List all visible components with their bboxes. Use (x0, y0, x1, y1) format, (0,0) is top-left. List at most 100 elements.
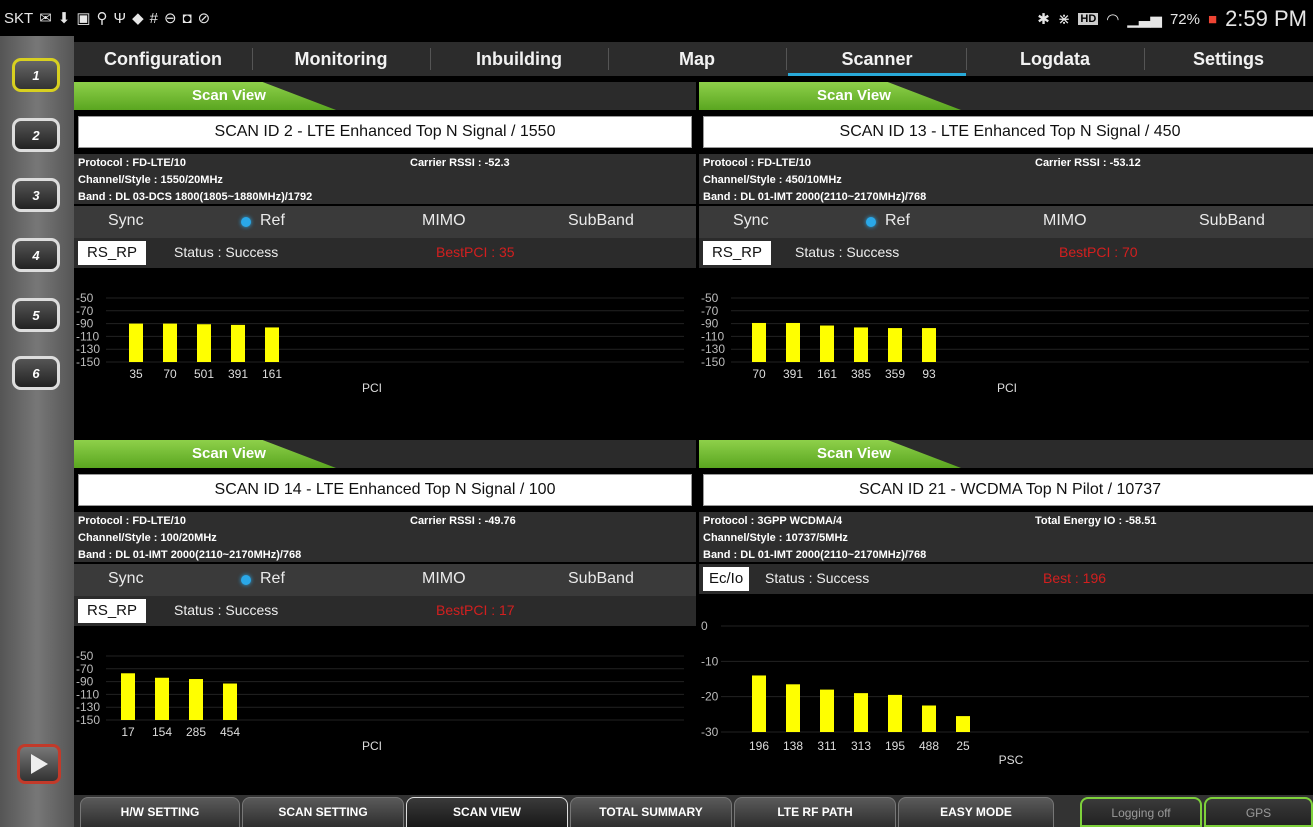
lte-rf-path-button[interactable]: LTE RF PATH (734, 797, 896, 827)
y-tick-label: -10 (701, 654, 719, 668)
measure-type-button[interactable]: RS_RP (78, 599, 147, 623)
signal-chart: -50 -70 -90 -110 -130 -150 70 391 161 385 359 93 PCI (699, 270, 1313, 428)
tab-map[interactable]: Map (608, 42, 786, 76)
sync-option[interactable]: Sync (733, 212, 769, 230)
x-tick-label: 385 (851, 367, 871, 381)
total-summary-button[interactable]: TOTAL SUMMARY (570, 797, 732, 827)
status-text: Status : Success (765, 570, 870, 586)
signal-options: Sync Ref MIMO SubBand (699, 206, 1313, 238)
location-icon: ⚲ (96, 10, 108, 27)
radio-selected-icon[interactable] (241, 575, 251, 585)
notification-icon: ◆ (132, 10, 144, 27)
tab-inbuilding[interactable]: Inbuilding (430, 42, 608, 76)
tab-settings[interactable]: Settings (1144, 42, 1313, 76)
y-tick-label: -150 (76, 355, 100, 369)
scan-view-button[interactable]: SCAN VIEW (406, 797, 568, 827)
ref-option[interactable]: Ref (260, 212, 285, 230)
signal-chart: -50 -70 -90 -110 -130 -150 17 154 285 454 PCI (74, 628, 696, 786)
scan-title: SCAN ID 14 - LTE Enhanced Top N Signal /… (78, 474, 692, 506)
sidebar-button-4[interactable]: 4 (12, 238, 60, 272)
protocol-text: Protocol : FD-LTE/10 (78, 157, 186, 169)
status-right: ✱ ⋇ HD ◠ ▁▃▅ 72% ■ 2:59 PM (1037, 6, 1307, 32)
vibrate-icon: ⋇ (1057, 11, 1071, 28)
signal-options: Sync Ref MIMO SubBand (74, 206, 696, 238)
sidebar-button-2[interactable]: 2 (12, 118, 60, 152)
status-text: Status : Success (174, 244, 279, 260)
mail-icon: ✉ (39, 10, 52, 27)
gps-toggle[interactable]: GPS (1204, 797, 1313, 827)
subband-option[interactable]: SubBand (568, 570, 634, 588)
download-icon: ⬇ (57, 10, 71, 27)
logging-toggle[interactable]: Logging off (1080, 797, 1202, 827)
channel-text: Channel/Style : 10737/5MHz (703, 532, 848, 544)
x-tick-label: 501 (194, 367, 214, 381)
scan-view-label: Scan View (74, 82, 336, 110)
sidebar-button-1[interactable]: 1 (12, 58, 60, 92)
radio-selected-icon[interactable] (866, 217, 876, 227)
ref-option[interactable]: Ref (260, 570, 285, 588)
mimo-option[interactable]: MIMO (422, 212, 466, 230)
x-tick-label: 313 (851, 739, 871, 753)
measure-status-row: RS_RP Status : Success BestPCI : 17 (74, 596, 696, 626)
x-tick-label: 391 (783, 367, 803, 381)
y-tick-label: 0 (701, 619, 708, 633)
protocol-text: Protocol : FD-LTE/10 (78, 515, 186, 527)
radio-selected-icon[interactable] (241, 217, 251, 227)
carrier-rssi-text: Carrier RSSI : -52.3 (410, 157, 510, 169)
bar (786, 684, 800, 732)
subband-option[interactable]: SubBand (1199, 212, 1265, 230)
protocol-text: Protocol : 3GPP WCDMA/4 (703, 515, 843, 527)
bar (820, 325, 834, 362)
tab-logdata[interactable]: Logdata (966, 42, 1144, 76)
x-tick-label: 311 (817, 739, 836, 753)
bar (129, 323, 143, 362)
tab-scanner[interactable]: Scanner (788, 42, 966, 76)
sidebar-button-3[interactable]: 3 (12, 178, 60, 212)
x-tick-label: 35 (129, 367, 143, 381)
sidebar-button-6[interactable]: 6 (12, 356, 60, 390)
wifi-icon: ◠ (1106, 11, 1120, 28)
bar (786, 322, 800, 362)
x-tick-label: 93 (922, 367, 936, 381)
hw-setting-button[interactable]: H/W SETTING (80, 797, 240, 827)
sidebar-button-5[interactable]: 5 (12, 298, 60, 332)
bar (223, 683, 237, 720)
scan-view-label: Scan View (699, 82, 961, 110)
x-axis-label: PSC (999, 753, 1024, 767)
mimo-option[interactable]: MIMO (1043, 212, 1087, 230)
easy-mode-button[interactable]: EASY MODE (898, 797, 1054, 827)
sync-option[interactable]: Sync (108, 570, 144, 588)
bar (888, 328, 902, 362)
bar (752, 675, 766, 732)
measure-type-button[interactable]: RS_RP (78, 241, 147, 265)
band-text: Band : DL 01-IMT 2000(2110~2170MHz)/768 (703, 549, 927, 561)
status-bar: SKT ✉ ⬇ ▣ ⚲ Ψ ◆ # ⊖ ◘ ⊘ ✱ ⋇ HD ◠ ▁▃▅ 72%… (0, 0, 1313, 36)
chart-svg: -50-70-90-110-130-15017 154 285 454PCI (76, 649, 684, 753)
ref-option[interactable]: Ref (885, 212, 910, 230)
sync-option[interactable]: Sync (108, 212, 144, 230)
tab-monitoring[interactable]: Monitoring (252, 42, 430, 76)
scan-setting-button[interactable]: SCAN SETTING (242, 797, 404, 827)
total-energy-text: Total Energy IO : -58.51 (1035, 515, 1157, 527)
measure-type-button[interactable]: Ec/Io (703, 567, 750, 591)
measure-type-button[interactable]: RS_RP (703, 241, 772, 265)
best-pci-text: BestPCI : 70 (1059, 244, 1138, 260)
channel-text: Channel/Style : 100/20MHz (78, 532, 217, 544)
bar (197, 324, 211, 362)
measure-status-row: RS_RP Status : Success BestPCI : 35 (74, 238, 696, 268)
protocol-text: Protocol : FD-LTE/10 (703, 157, 811, 169)
x-tick-label: 138 (783, 739, 803, 753)
scan-view-header: Scan View (699, 82, 1313, 110)
chart-svg: -50-70-90-110-130-15035 70 501 391 161PCI (76, 291, 684, 395)
subband-option[interactable]: SubBand (568, 212, 634, 230)
tab-configuration[interactable]: Configuration (74, 42, 252, 76)
mimo-option[interactable]: MIMO (422, 570, 466, 588)
channel-text: Channel/Style : 1550/20MHz (78, 174, 223, 186)
bar (752, 322, 766, 362)
play-button[interactable] (17, 744, 61, 784)
scan-panel: Scan View SCAN ID 2 - LTE Enhanced Top N… (74, 82, 696, 428)
battery-icon: ■ (1208, 10, 1218, 28)
x-axis-label: PCI (362, 739, 382, 753)
measure-status-row: Ec/Io Status : Success Best : 196 (699, 564, 1313, 594)
scan-view-header: Scan View (74, 440, 696, 468)
